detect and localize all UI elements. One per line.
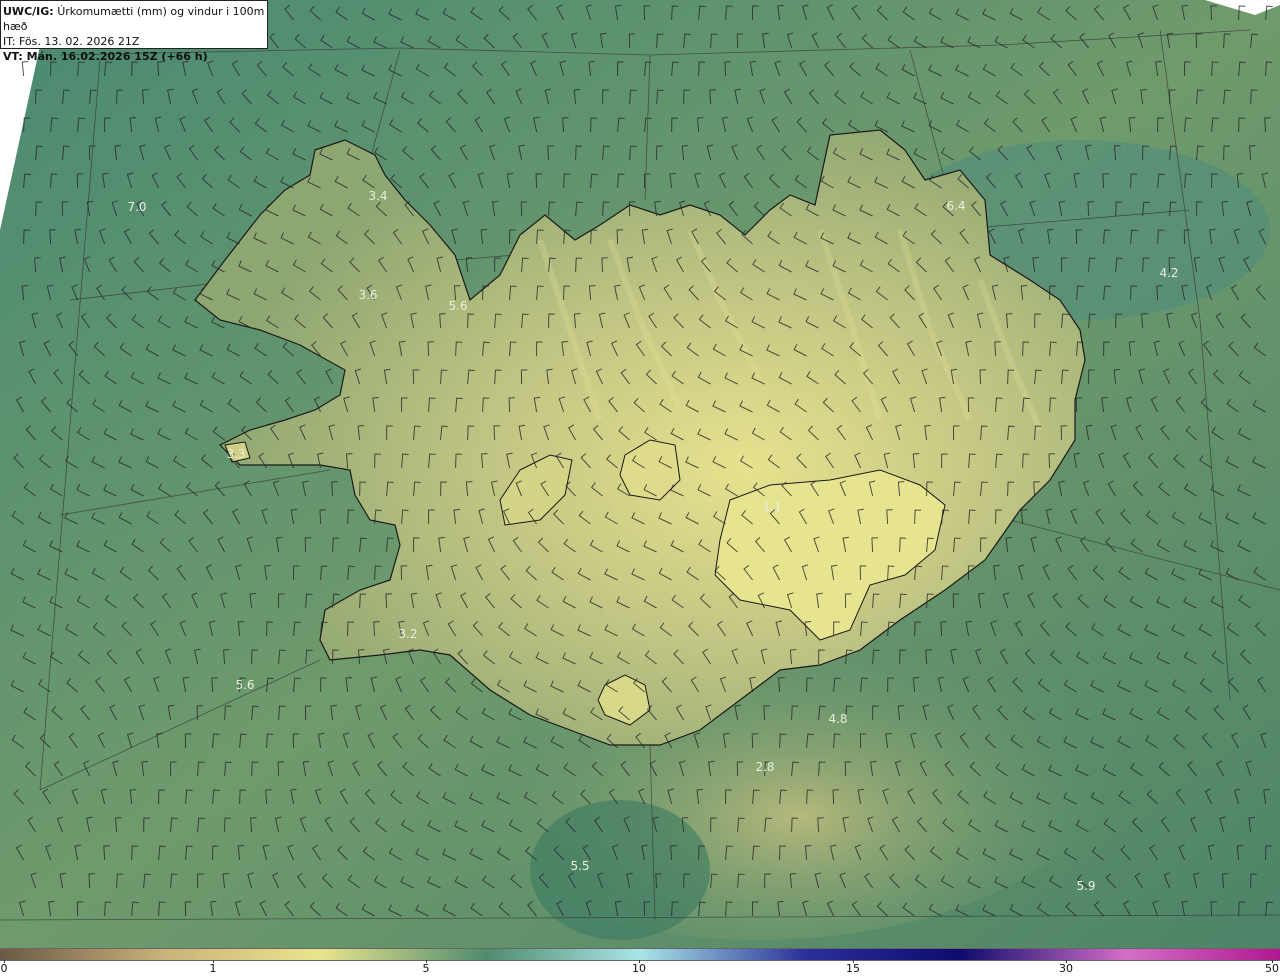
value-label: 3.6 <box>358 288 378 302</box>
value-label: 3.3 <box>226 447 246 461</box>
value-label: 1.1 <box>762 500 782 514</box>
colorbar-tick-mark <box>213 960 214 963</box>
title-code: UWC/IG: <box>3 5 54 18</box>
value-label: 6.4 <box>946 199 966 213</box>
value-label: 2.8 <box>755 760 775 774</box>
value-label: 3.2 <box>398 627 418 641</box>
colorbar-tick-mark <box>853 960 854 963</box>
colorbar-tick-label: 0 <box>0 962 8 975</box>
colorbar-tick-label: 5 <box>422 962 430 975</box>
colorbar-tick-mark <box>1272 960 1273 963</box>
value-label: 5.6 <box>235 678 255 692</box>
forecast-map <box>0 0 1280 948</box>
value-label: 4.8 <box>828 712 848 726</box>
map-area: UWC/IG: Úrkomumætti (mm) og vindur i 100… <box>0 0 1280 948</box>
valid-time-line: VT: Mán. 16.02.2026 15Z (+66 h) <box>3 49 265 64</box>
valid-time: Mán. 16.02.2026 15Z (+66 h) <box>26 50 208 63</box>
value-label: 3.4 <box>368 189 388 203</box>
value-label: 7.0 <box>127 200 147 214</box>
init-time: IT: Fös. 13. 02. 2026 21Z <box>3 35 140 48</box>
value-label: 5.5 <box>570 859 590 873</box>
forecast-info-box: UWC/IG: Úrkomumætti (mm) og vindur i 100… <box>0 0 268 63</box>
value-label: 5.9 <box>1076 879 1096 893</box>
deep-area-sw <box>530 800 710 940</box>
colorbar <box>0 948 1280 961</box>
colorbar-tick-mark <box>426 960 427 963</box>
value-label: 5.6 <box>448 299 468 313</box>
colorbar-tick-label: 50 <box>1265 962 1279 975</box>
colorbar-tick-mark <box>4 960 5 963</box>
colorbar-tick-label: 1 <box>209 962 217 975</box>
colorbar-tick-mark <box>639 960 640 963</box>
colorbar-tick-label: 15 <box>846 962 860 975</box>
value-label: 4.2 <box>1159 266 1179 280</box>
colorbar-tick-label: 10 <box>632 962 646 975</box>
colorbar-tick-mark <box>1066 960 1067 963</box>
valid-time-prefix: VT: <box>3 50 23 63</box>
colorbar-tick-label: 30 <box>1059 962 1073 975</box>
title-line: UWC/IG: Úrkomumætti (mm) og vindur i 100… <box>3 4 265 34</box>
